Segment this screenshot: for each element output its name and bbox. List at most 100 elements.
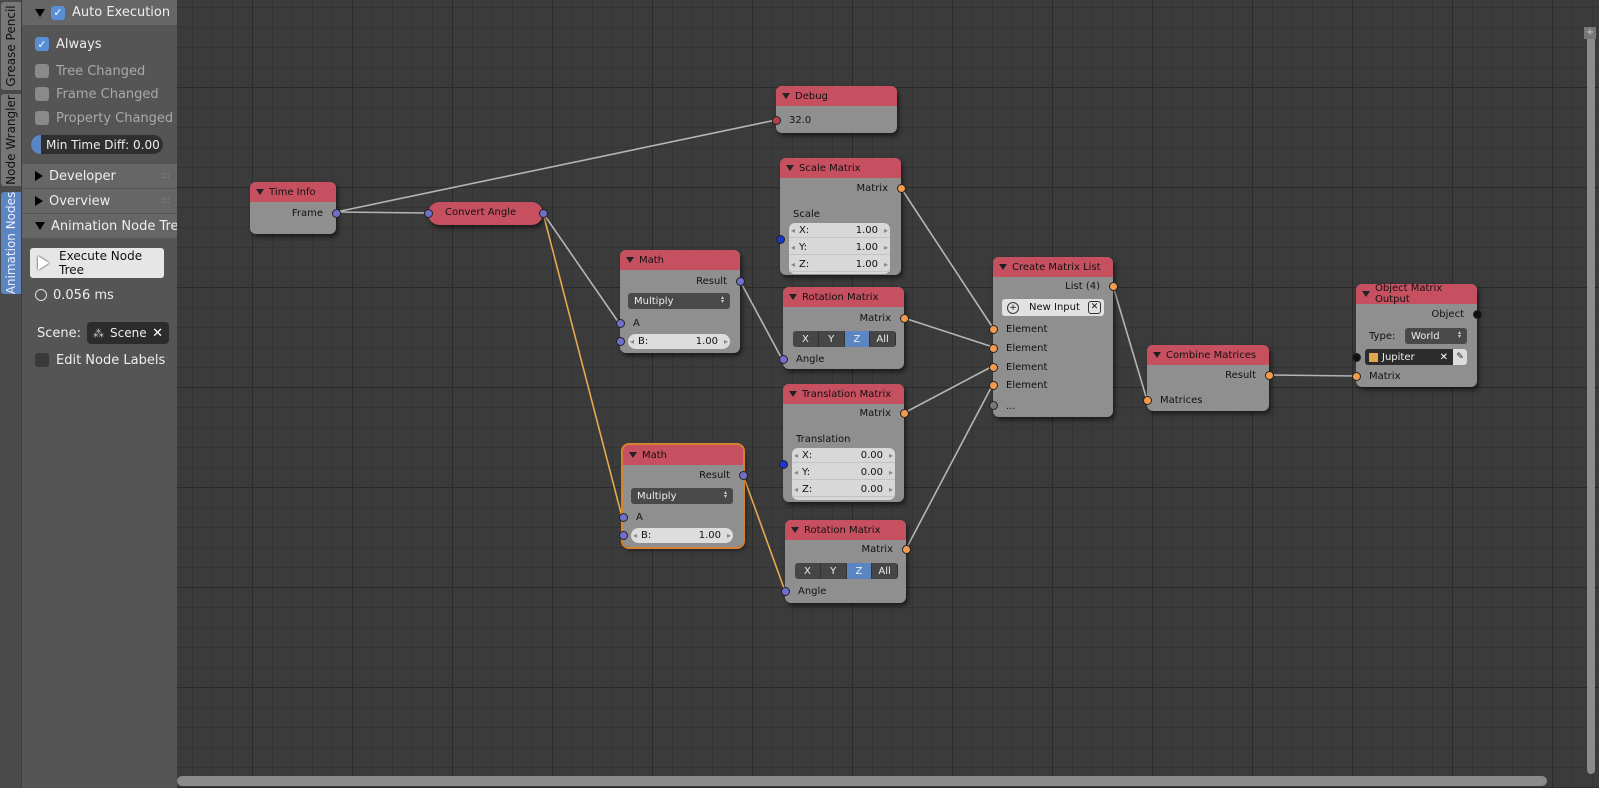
auto-execution-checkbox[interactable]: ✓ xyxy=(51,5,65,20)
axis-all-button[interactable]: All xyxy=(872,563,898,579)
horizontal-scrollbar[interactable] xyxy=(177,776,1547,786)
axis-x-button[interactable]: X xyxy=(795,563,821,579)
matrix-output-socket[interactable] xyxy=(896,183,906,193)
axis-selector[interactable]: X Y Z All xyxy=(795,563,898,579)
eyedropper-icon[interactable]: ✎ xyxy=(1453,349,1467,365)
angle-input-socket[interactable] xyxy=(778,354,788,364)
vertical-scrollbar[interactable] xyxy=(1587,30,1595,774)
remove-icon[interactable]: ✕ xyxy=(1088,301,1101,314)
rotation-matrix-node-2[interactable]: Rotation Matrix Matrix X Y Z All Angle xyxy=(780,520,911,603)
create-matrix-list-node[interactable]: Create Matrix List List (4) + New Input … xyxy=(988,257,1118,417)
edit-node-labels-checkbox[interactable] xyxy=(35,353,49,367)
new-input-button[interactable]: + New Input ✕ xyxy=(1002,299,1104,316)
axis-z-button[interactable]: Z xyxy=(846,563,873,579)
frame-changed-option[interactable]: Frame Changed xyxy=(22,84,177,104)
scale-x-field[interactable]: X:1.00 xyxy=(789,223,890,238)
tab-animation-nodes[interactable]: Animation Nodes xyxy=(1,192,21,294)
convert-angle-output-socket[interactable] xyxy=(538,208,548,218)
type-label: Type: xyxy=(1369,330,1396,342)
developer-section[interactable]: Developer :::: xyxy=(22,164,177,188)
element-input-socket[interactable] xyxy=(988,343,998,353)
drag-handle-icon[interactable]: :::: xyxy=(161,196,170,206)
scene-selector[interactable]: ⁂ Scene ✕ xyxy=(87,322,170,344)
animation-node-tree-section[interactable]: Animation Node Tree xyxy=(22,214,187,238)
scale-matrix-node[interactable]: Scale Matrix Matrix Scale X:1.00 Y:1.00 … xyxy=(775,158,906,275)
tab-grease-pencil[interactable]: Grease Pencil xyxy=(1,2,21,90)
min-time-diff-slider[interactable]: Min Time Diff: 0.00 xyxy=(31,135,163,154)
rotation-matrix-node[interactable]: Rotation Matrix Matrix X Y Z All Angle xyxy=(778,287,909,369)
convert-angle-input-socket[interactable] xyxy=(423,208,433,218)
axis-selector[interactable]: X Y Z All xyxy=(793,331,896,347)
translation-z-field[interactable]: Z:0.00 xyxy=(792,482,895,497)
plus-icon[interactable]: + xyxy=(1584,27,1596,39)
operation-dropdown[interactable]: Multiply xyxy=(631,488,733,504)
tab-node-wrangler[interactable]: Node Wrangler xyxy=(1,94,21,186)
matrices-input-socket[interactable] xyxy=(1142,395,1152,405)
scale-z-field[interactable]: Z:1.00 xyxy=(789,257,890,272)
node-editor-canvas[interactable]: Time Info Frame Convert Angle Debug 32.0… xyxy=(177,0,1599,788)
debug-node[interactable]: Debug 32.0 xyxy=(771,86,897,133)
element-input-socket[interactable] xyxy=(988,324,998,334)
tree-changed-checkbox[interactable] xyxy=(35,64,49,78)
debug-input-socket[interactable] xyxy=(771,115,781,125)
b-input-field[interactable]: B: 1.00 xyxy=(628,334,730,349)
scale-y-field[interactable]: Y:1.00 xyxy=(789,240,890,255)
result-output-socket[interactable] xyxy=(735,276,745,286)
list-output-socket[interactable] xyxy=(1108,281,1118,291)
b-input-socket[interactable] xyxy=(618,530,628,540)
translation-label: Translation xyxy=(796,433,851,445)
matrix-input-socket[interactable] xyxy=(1351,371,1361,381)
new-element-socket[interactable] xyxy=(988,400,998,410)
a-input-socket[interactable] xyxy=(618,512,628,522)
object-matrix-output-node[interactable]: Object Matrix Output Object Type: World … xyxy=(1351,283,1482,387)
axis-all-button[interactable]: All xyxy=(870,331,896,347)
angle-input-socket[interactable] xyxy=(780,586,790,596)
tree-changed-option[interactable]: Tree Changed xyxy=(22,61,177,81)
translation-y-field[interactable]: Y:0.00 xyxy=(792,465,895,480)
object-input-socket[interactable] xyxy=(1351,352,1361,362)
axis-z-button[interactable]: Z xyxy=(844,331,871,347)
math-node-selected[interactable]: Math Result Multiply A B: 1.00 xyxy=(618,443,748,549)
clear-icon[interactable]: ✕ xyxy=(1440,352,1448,363)
axis-y-button[interactable]: Y xyxy=(820,563,847,579)
frame-output-socket[interactable] xyxy=(331,208,341,218)
edit-node-labels-option[interactable]: Edit Node Labels xyxy=(22,350,177,370)
always-checkbox[interactable]: ✓ xyxy=(35,37,49,51)
new-input-label: New Input xyxy=(1029,302,1080,313)
frame-changed-checkbox[interactable] xyxy=(35,87,49,101)
close-icon[interactable]: ✕ xyxy=(152,326,163,341)
auto-execution-header[interactable]: ✓ Auto Execution xyxy=(22,0,177,25)
node-title: Debug xyxy=(776,86,897,106)
matrix-output-socket[interactable] xyxy=(899,408,909,418)
axis-x-button[interactable]: X xyxy=(793,331,819,347)
type-dropdown[interactable]: World xyxy=(1405,328,1467,344)
scale-input-socket[interactable] xyxy=(775,234,785,244)
b-input-field[interactable]: B: 1.00 xyxy=(631,528,733,543)
translation-matrix-node[interactable]: Translation Matrix Matrix Translation X:… xyxy=(778,384,909,502)
operation-dropdown[interactable]: Multiply xyxy=(628,293,730,309)
property-changed-checkbox[interactable] xyxy=(35,111,49,125)
a-input-socket[interactable] xyxy=(615,318,625,328)
overview-section[interactable]: Overview :::: xyxy=(22,189,177,213)
element-input-socket[interactable] xyxy=(988,362,998,372)
result-output-socket[interactable] xyxy=(738,470,748,480)
b-input-socket[interactable] xyxy=(615,336,625,346)
translation-input-socket[interactable] xyxy=(778,459,788,469)
axis-y-button[interactable]: Y xyxy=(818,331,845,347)
time-info-node[interactable]: Time Info Frame xyxy=(250,182,341,234)
matrix-output-socket[interactable] xyxy=(901,544,911,554)
combine-matrices-node[interactable]: Combine Matrices Result Matrices xyxy=(1142,345,1274,411)
always-option[interactable]: ✓ Always xyxy=(22,34,177,54)
element-input-socket[interactable] xyxy=(988,380,998,390)
translation-x-field[interactable]: X:0.00 xyxy=(792,448,895,463)
scale-vector: X:1.00 Y:1.00 Z:1.00 xyxy=(789,223,890,274)
object-selector[interactable]: Jupiter ✕ ✎ xyxy=(1365,349,1467,365)
property-changed-option[interactable]: Property Changed xyxy=(22,108,177,128)
matrix-output-socket[interactable] xyxy=(899,313,909,323)
object-output-socket[interactable] xyxy=(1472,309,1482,319)
math-node[interactable]: Math Result Multiply A B: 1.00 xyxy=(615,250,745,353)
result-output-socket[interactable] xyxy=(1264,370,1274,380)
convert-angle-node[interactable]: Convert Angle xyxy=(423,202,548,225)
drag-handle-icon[interactable]: :::: xyxy=(161,171,170,181)
execute-node-tree-button[interactable]: Execute Node Tree xyxy=(30,248,164,278)
